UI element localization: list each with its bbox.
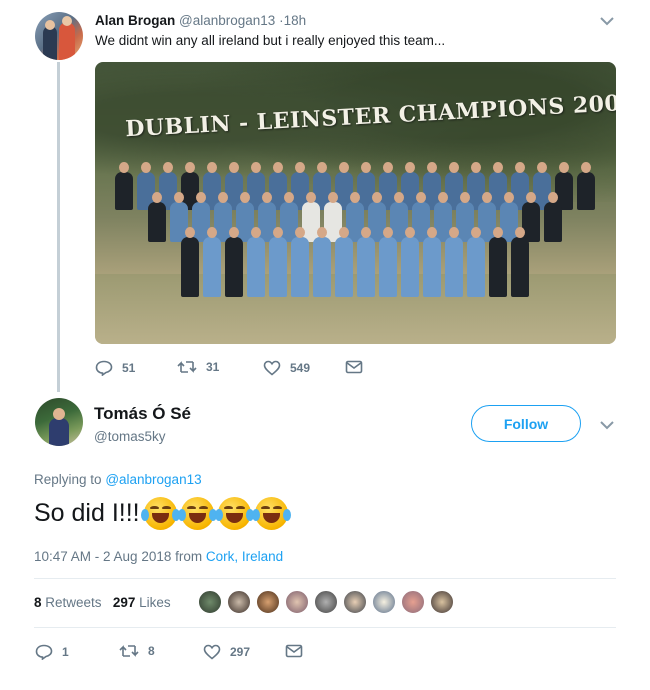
retweet-count: 8 bbox=[148, 644, 155, 658]
author-handle[interactable]: @alanbrogan13 bbox=[179, 13, 275, 28]
like-count: 549 bbox=[290, 361, 311, 375]
heart-icon bbox=[263, 360, 281, 376]
reply-button[interactable]: 1 bbox=[35, 644, 69, 660]
avatar[interactable] bbox=[372, 590, 396, 614]
face-with-tears-of-joy-icon bbox=[251, 497, 291, 530]
face-with-tears-of-joy-icon bbox=[177, 497, 217, 530]
retweets-label: Retweets bbox=[45, 595, 102, 610]
heart-icon bbox=[203, 644, 221, 660]
retweets-stat[interactable]: 8 Retweets bbox=[34, 595, 102, 610]
timestamp-text[interactable]: 10:47 AM - 2 Aug 2018 from bbox=[34, 549, 202, 564]
follow-button[interactable]: Follow bbox=[471, 405, 581, 442]
reply-icon bbox=[35, 644, 53, 660]
avatar[interactable] bbox=[343, 590, 367, 614]
replying-prefix: Replying to bbox=[34, 472, 102, 487]
thread-line bbox=[57, 62, 60, 392]
replying-to-link[interactable]: @alanbrogan13 bbox=[105, 472, 201, 487]
likes-stat[interactable]: 297 Likes bbox=[113, 595, 171, 610]
likes-count: 297 bbox=[112, 595, 136, 610]
tweet-stats: 8 Retweets 297 Likes bbox=[34, 595, 171, 610]
retweet-count: 31 bbox=[206, 360, 220, 374]
avatar[interactable] bbox=[314, 590, 338, 614]
tweet-photo[interactable]: DUBLIN - LEINSTER CHAMPIONS 2005 bbox=[95, 62, 616, 344]
envelope-icon bbox=[285, 644, 303, 658]
chevron-down-icon[interactable] bbox=[600, 16, 614, 26]
likes-label: Likes bbox=[139, 595, 171, 610]
avatar[interactable] bbox=[401, 590, 425, 614]
location-link[interactable]: Cork, Ireland bbox=[206, 549, 283, 564]
reply-icon bbox=[95, 360, 113, 376]
envelope-icon bbox=[345, 360, 363, 374]
author-name[interactable]: Alan Brogan bbox=[95, 13, 175, 28]
face-with-tears-of-joy-icon bbox=[214, 497, 254, 530]
message-button[interactable] bbox=[285, 644, 303, 658]
retweet-button[interactable]: 31 bbox=[177, 360, 219, 374]
face-with-tears-of-joy-icon bbox=[140, 497, 180, 530]
retweets-count: 8 bbox=[34, 595, 42, 610]
author-handle[interactable]: @tomas5ky bbox=[94, 429, 165, 444]
like-button[interactable]: 549 bbox=[263, 360, 310, 376]
like-count: 297 bbox=[230, 645, 251, 659]
avatar[interactable] bbox=[285, 590, 309, 614]
reply-count: 1 bbox=[62, 645, 69, 659]
divider bbox=[34, 578, 616, 579]
avatar[interactable] bbox=[256, 590, 280, 614]
tweet-text-body: So did I!!! bbox=[34, 499, 140, 527]
tweet-text: We didnt win any all ireland but i reall… bbox=[95, 33, 446, 48]
divider bbox=[34, 627, 616, 628]
tweet-text: So did I!!! bbox=[34, 497, 291, 530]
author-name[interactable]: Tomás Ó Sé bbox=[94, 404, 191, 424]
chevron-down-icon[interactable] bbox=[600, 420, 614, 430]
parent-tweet[interactable]: Alan Brogan @alanbrogan13 ·18h We didnt … bbox=[0, 0, 650, 392]
avatar[interactable] bbox=[35, 398, 83, 446]
avatar[interactable] bbox=[430, 590, 454, 614]
reply-count: 51 bbox=[122, 361, 136, 375]
replying-to: Replying to @alanbrogan13 bbox=[34, 472, 202, 487]
retweet-icon bbox=[119, 645, 139, 657]
team-photo-squad bbox=[100, 162, 610, 312]
reply-button[interactable]: 51 bbox=[95, 360, 135, 376]
message-button[interactable] bbox=[345, 360, 363, 374]
tweet-time[interactable]: 18h bbox=[284, 13, 307, 28]
tweet-timestamp: 10:47 AM - 2 Aug 2018 from Cork, Ireland bbox=[34, 549, 283, 564]
avatar[interactable] bbox=[198, 590, 222, 614]
like-button[interactable]: 297 bbox=[203, 644, 250, 660]
avatar[interactable] bbox=[35, 12, 83, 60]
retweet-icon bbox=[177, 361, 197, 373]
tweet-header: Alan Brogan @alanbrogan13 ·18h bbox=[95, 12, 306, 30]
avatar[interactable] bbox=[227, 590, 251, 614]
retweet-button[interactable]: 8 bbox=[119, 644, 155, 658]
